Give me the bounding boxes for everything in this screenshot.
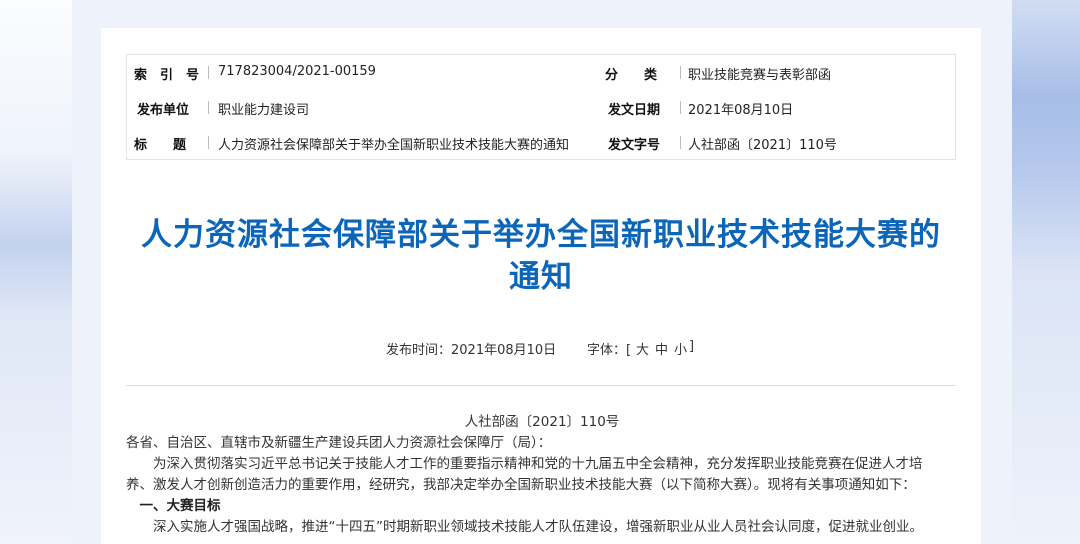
background-right-gradient bbox=[1012, 0, 1080, 544]
section-heading: 一、大赛目标 bbox=[139, 498, 221, 514]
metadata-row-issuer: 发布单位 职业能力建设司 发文日期 2021年08月10日 bbox=[127, 95, 955, 119]
background-left-gradient bbox=[0, 0, 72, 544]
divider bbox=[208, 136, 209, 149]
divider-line bbox=[126, 385, 956, 386]
issuer-label: 发布单位 bbox=[137, 103, 190, 118]
document-title-line2: 通知 bbox=[509, 259, 573, 295]
docno-label: 发文字号 bbox=[608, 138, 661, 153]
document-title: 人力资源社会保障部关于举办全国新职业技术技能大赛的 通知 bbox=[126, 214, 956, 298]
divider bbox=[208, 66, 209, 79]
divider bbox=[680, 101, 681, 114]
salutation: 各省、自治区、直辖市及新疆生产建设兵团人力资源社会保障厅（局）： bbox=[126, 435, 552, 451]
font-size-medium-link[interactable]: 中 bbox=[655, 339, 668, 358]
date-value: 2021年08月10日 bbox=[688, 103, 794, 118]
index-label: 索 引 号 bbox=[134, 68, 200, 83]
metadata-row-title: 标 题 人力资源社会保障部关于举办全国新职业技术技能大赛的通知 发文字号 人社部… bbox=[127, 130, 955, 154]
publish-info-bar: 发布时间：2021年08月10日 字体：[ 大 中 小 ] bbox=[101, 339, 981, 359]
document-page: 索 引 号 717823004/2021-00159 分 类 职业技能竞赛与表彰… bbox=[101, 28, 981, 544]
category-label: 分 类 bbox=[605, 68, 658, 83]
index-value: 717823004/2021-00159 bbox=[218, 64, 376, 79]
issuer-value: 职业能力建设司 bbox=[218, 103, 310, 118]
category-value: 职业技能竞赛与表彰部函 bbox=[688, 68, 832, 83]
document-body: 人社部函〔2021〕110号 各省、自治区、直辖市及新疆生产建设兵团人力资源社会… bbox=[126, 412, 958, 538]
font-size-small-link[interactable]: 小 bbox=[674, 339, 687, 358]
document-title-line1: 人力资源社会保障部关于举办全国新职业技术技能大赛的 bbox=[141, 217, 941, 253]
date-label: 发文日期 bbox=[608, 103, 661, 118]
paragraph-line: 深入实施人才强国战略，推进“十四五”时期新职业领域技术技能人才队伍建设，增强新职… bbox=[153, 519, 923, 535]
body-doc-number: 人社部函〔2021〕110号 bbox=[464, 414, 620, 430]
metadata-row-index: 索 引 号 717823004/2021-00159 分 类 职业技能竞赛与表彰… bbox=[127, 60, 955, 84]
font-size-large-link[interactable]: 大 bbox=[636, 339, 649, 358]
publish-time: 发布时间：2021年08月10日 bbox=[386, 343, 557, 358]
divider bbox=[208, 101, 209, 114]
font-size-bracket-close: ] bbox=[689, 339, 695, 354]
font-size-label: 字体：[ bbox=[587, 343, 632, 358]
metadata-table: 索 引 号 717823004/2021-00159 分 类 职业技能竞赛与表彰… bbox=[126, 54, 956, 160]
paragraph-line: 养、激发人才创新创造活力的重要作用，经研究，我部决定举办全国新职业技术技能大赛（… bbox=[126, 477, 916, 493]
divider bbox=[680, 136, 681, 149]
paragraph-line: 为深入贯彻落实习近平总书记关于技能人才工作的重要指示精神和党的十九届五中全会精神… bbox=[153, 456, 923, 472]
title-value: 人力资源社会保障部关于举办全国新职业技术技能大赛的通知 bbox=[218, 138, 570, 153]
divider bbox=[680, 66, 681, 79]
docno-value: 人社部函〔2021〕110号 bbox=[688, 138, 837, 153]
title-label: 标 题 bbox=[134, 138, 187, 153]
